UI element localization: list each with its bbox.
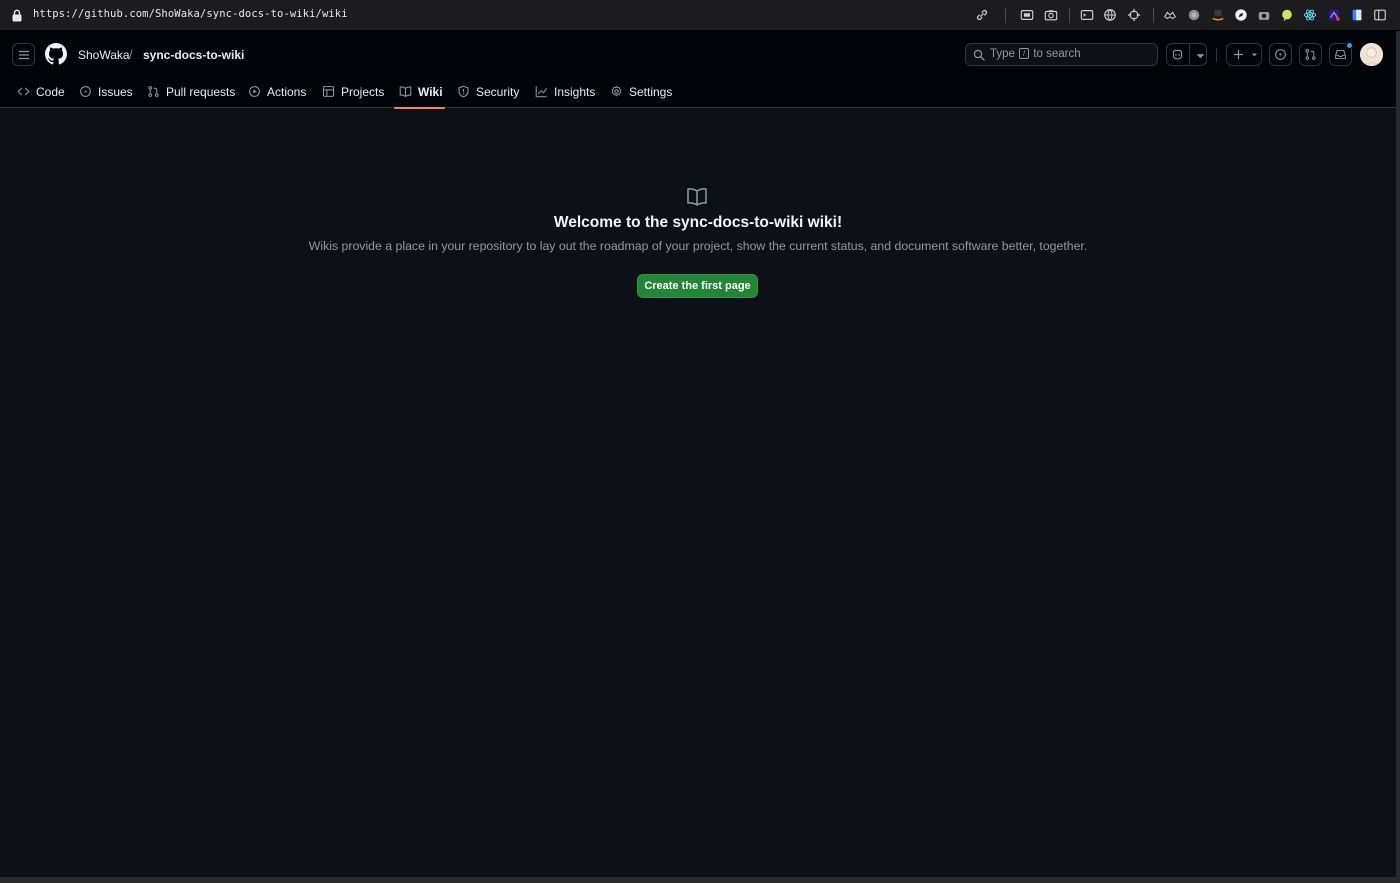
breadcrumb-owner[interactable]: ShoWaka xyxy=(78,48,130,62)
tab-pull-requests[interactable]: Pull requests xyxy=(147,77,235,106)
shield-icon xyxy=(458,85,469,98)
notification-indicator xyxy=(1346,42,1353,49)
tab-label: Pull requests xyxy=(166,84,236,99)
extension-amazon-icon[interactable] xyxy=(1210,7,1226,23)
tab-code[interactable]: Code xyxy=(17,77,65,106)
breadcrumb-repo[interactable]: sync-docs-to-wiki xyxy=(143,48,244,62)
tab-label: Insights xyxy=(554,84,596,99)
wiki-description: Wikis provide a place in your repository… xyxy=(308,239,1088,253)
toolbar-divider xyxy=(1153,8,1154,23)
tab-issues[interactable]: Issues xyxy=(79,77,133,106)
search-input[interactable]: Type / to search xyxy=(965,43,1158,66)
toolbar-divider xyxy=(1005,8,1006,23)
tab-wiki[interactable]: Wiki xyxy=(399,77,443,106)
chevron-down-icon xyxy=(1196,54,1205,59)
pull-requests-button[interactable] xyxy=(1299,43,1322,66)
issue-opened-icon xyxy=(80,86,91,97)
book-icon xyxy=(687,188,707,206)
create-new-button[interactable] xyxy=(1226,43,1262,66)
search-prefix: Type xyxy=(990,48,1015,60)
browser-toolbar: https://github.com/ShoWaka/sync-docs-to-… xyxy=(0,0,1400,31)
search-icon xyxy=(973,49,985,61)
avatar[interactable] xyxy=(1360,43,1383,66)
copilot-split-button xyxy=(1166,43,1207,66)
window-edge xyxy=(1396,31,1400,883)
crosshair-icon[interactable] xyxy=(1126,7,1142,23)
camera-icon[interactable] xyxy=(1043,7,1059,23)
react-devtools-icon[interactable] xyxy=(1302,7,1318,23)
tab-label: Actions xyxy=(267,84,307,99)
lock-icon xyxy=(12,9,22,22)
search-shortcut-key: / xyxy=(1019,48,1030,59)
plus-icon xyxy=(1233,49,1244,60)
hamburger-icon xyxy=(18,50,29,59)
git-pull-request-icon xyxy=(148,86,159,97)
extension-document-icon[interactable] xyxy=(1349,7,1365,23)
globe-icon[interactable] xyxy=(1102,7,1118,23)
issue-opened-icon xyxy=(1275,49,1286,60)
github-page: ShoWaka / sync-docs-to-wiki Type / to se… xyxy=(0,31,1396,877)
github-logo-icon[interactable] xyxy=(45,43,67,65)
git-pull-request-icon xyxy=(1305,49,1316,60)
screen-capture-icon[interactable] xyxy=(1019,7,1035,23)
copilot-icon xyxy=(1172,49,1183,60)
tab-label: Issues xyxy=(98,84,133,99)
copilot-button[interactable] xyxy=(1171,48,1184,66)
tab-insights[interactable]: Insights xyxy=(535,77,595,106)
header-divider xyxy=(1216,48,1217,62)
play-icon xyxy=(249,86,260,97)
sidebar-toggle-icon[interactable] xyxy=(1372,7,1388,23)
menu-button[interactable] xyxy=(12,43,35,66)
terminal-icon[interactable] xyxy=(1079,7,1095,23)
button-divider xyxy=(1189,44,1190,65)
inbox-icon xyxy=(1335,49,1346,60)
tab-label: Code xyxy=(36,84,65,99)
tab-actions[interactable]: Actions xyxy=(248,77,306,106)
global-header: ShoWaka / sync-docs-to-wiki Type / to se… xyxy=(0,31,1396,109)
create-first-page-button[interactable]: Create the first page xyxy=(637,274,758,298)
tab-security[interactable]: Security xyxy=(457,77,519,106)
active-tab-indicator xyxy=(394,107,445,109)
tab-label: Security xyxy=(476,84,520,99)
link-icon[interactable] xyxy=(974,7,990,23)
book-icon xyxy=(399,86,412,97)
toolbar-divider xyxy=(1069,8,1070,23)
extension-compass-icon[interactable] xyxy=(1233,7,1249,23)
gear-icon xyxy=(611,85,622,97)
extension-gray-icon[interactable] xyxy=(1186,7,1202,23)
chevron-down-icon xyxy=(1251,53,1258,57)
address-bar[interactable]: https://github.com/ShoWaka/sync-docs-to-… xyxy=(33,8,348,20)
search-placeholder: Type / to search xyxy=(990,48,1081,60)
tab-projects[interactable]: Projects xyxy=(322,77,384,106)
breadcrumb-separator: / xyxy=(129,47,133,62)
user-avatar-icon xyxy=(1360,43,1383,66)
tab-label: Settings xyxy=(629,84,673,99)
extension-camera-icon[interactable] xyxy=(1256,7,1272,23)
search-suffix: to search xyxy=(1033,48,1081,60)
extension-cloud-icon[interactable] xyxy=(1162,7,1178,23)
page-title: Welcome to the sync-docs-to-wiki wiki! xyxy=(553,214,843,231)
tab-settings[interactable]: Settings xyxy=(610,77,672,106)
table-icon xyxy=(322,86,335,97)
tab-label: Wiki xyxy=(418,84,443,99)
window-edge xyxy=(0,877,1400,883)
issues-button[interactable] xyxy=(1269,43,1292,66)
graph-icon xyxy=(535,86,548,98)
copilot-dropdown[interactable] xyxy=(1194,49,1207,67)
code-icon xyxy=(17,87,30,96)
repo-nav: Code Issues Pull requests Actions Projec… xyxy=(0,77,800,108)
extension-purple-icon[interactable] xyxy=(1326,7,1342,23)
tab-label: Projects xyxy=(341,84,385,99)
extension-chat-icon[interactable] xyxy=(1279,7,1295,23)
